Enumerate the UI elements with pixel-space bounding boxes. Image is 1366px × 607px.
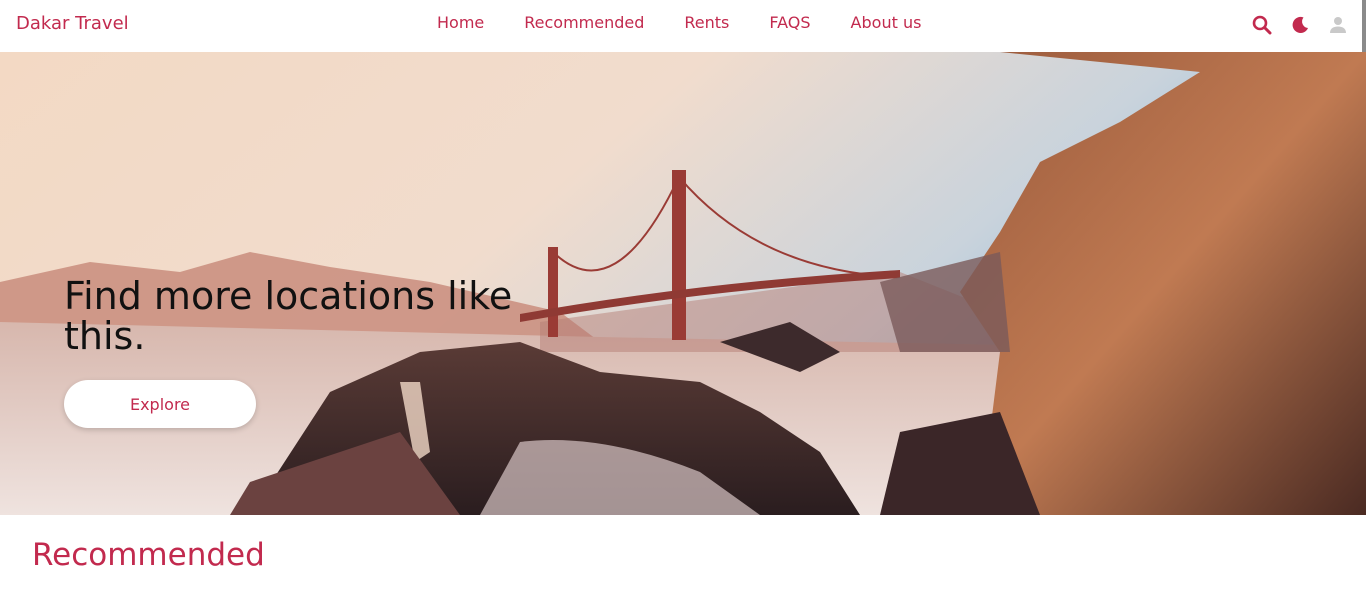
explore-button[interactable]: Explore xyxy=(64,380,256,428)
moon-icon[interactable] xyxy=(1288,13,1312,37)
user-icon[interactable] xyxy=(1326,13,1350,37)
nav-link-rents[interactable]: Rents xyxy=(684,13,729,32)
nav-links: Home Recommended Rents FAQS About us xyxy=(437,13,921,32)
nav-link-recommended[interactable]: Recommended xyxy=(524,13,644,32)
search-icon[interactable] xyxy=(1250,13,1274,37)
nav-icons xyxy=(1250,13,1350,37)
nav-link-faqs[interactable]: FAQS xyxy=(769,13,810,32)
brand-logo[interactable]: Dakar Travel xyxy=(16,13,129,34)
nav-link-home[interactable]: Home xyxy=(437,13,484,32)
scrollbar[interactable] xyxy=(1362,0,1366,52)
nav-link-about-us[interactable]: About us xyxy=(851,13,922,32)
recommended-section-title: Recommended xyxy=(32,537,265,573)
navbar: Dakar Travel Home Recommended Rents FAQS… xyxy=(0,0,1366,52)
hero-title: Find more locations like this. xyxy=(64,274,513,358)
hero-banner: Find more locations like this. Explore xyxy=(0,52,1366,515)
